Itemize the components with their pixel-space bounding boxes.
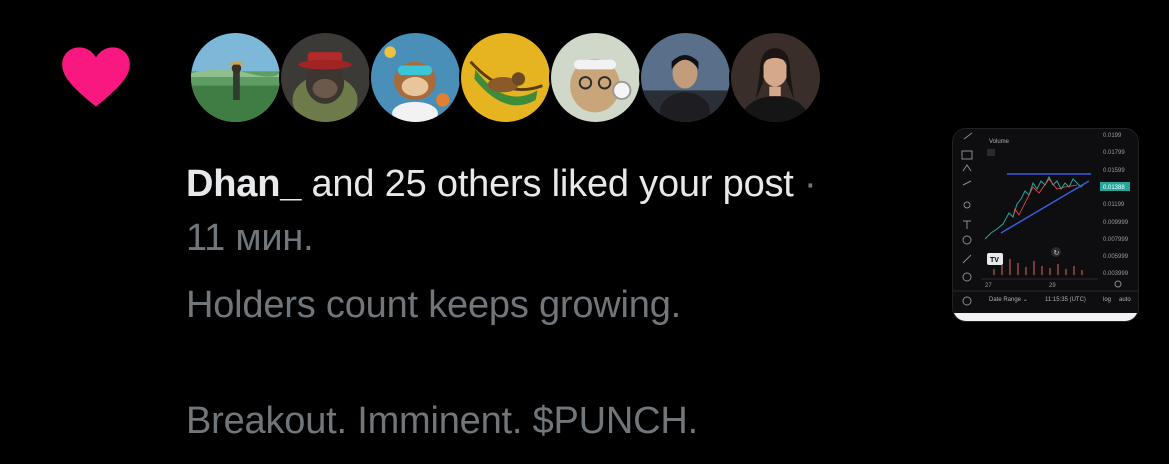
avatar-cat-headphones[interactable] <box>549 31 642 124</box>
log-toggle[interactable]: log <box>1103 297 1111 303</box>
avatar-gorilla-red-hat[interactable] <box>279 31 372 124</box>
price-tick: 0.009999 <box>1103 220 1129 226</box>
chart-time: 11:15:35 (UTC) <box>1045 297 1086 303</box>
auto-toggle[interactable]: auto <box>1119 297 1131 303</box>
notification-headline[interactable]: Dhan_ and 25 others liked your post · 11… <box>186 157 846 265</box>
price-tick: 0.01799 <box>1103 150 1125 156</box>
time-ago: 11 мин. <box>186 217 314 259</box>
post-preview-text[interactable]: Holders count keeps growing. Breakout. I… <box>186 276 906 450</box>
x-tick: 29 <box>1049 283 1056 289</box>
action-text: and 25 others liked your post <box>301 163 794 205</box>
chart-volume-label: Volume <box>989 139 1010 145</box>
avatar-landscape-figure[interactable] <box>189 31 282 124</box>
avatar-person-dark[interactable] <box>639 31 732 124</box>
heart-icon <box>62 47 130 107</box>
avatar-woman-dark[interactable] <box>729 31 822 124</box>
price-tick: 0.003999 <box>1103 271 1129 277</box>
price-tick: 0.007999 <box>1103 237 1129 243</box>
svg-text:↻: ↻ <box>1054 249 1060 257</box>
avatar-monkey-scientist[interactable] <box>369 31 462 124</box>
price-tick-highlight: 0.01388 <box>1103 185 1125 191</box>
post-text-line-2: Breakout. Imminent. $PUNCH. <box>186 400 698 442</box>
date-range-button[interactable]: Date Range ⌄ <box>989 297 1028 303</box>
avatar-hammock-cartoon[interactable] <box>459 31 552 124</box>
price-tick: 0.0199 <box>1103 133 1122 139</box>
price-tick: 0.005999 <box>1103 254 1129 260</box>
tradingview-logo: TV <box>990 257 999 264</box>
price-tick: 0.01599 <box>1103 168 1125 174</box>
post-text-line-1: Holders count keeps growing. <box>186 284 682 326</box>
actor-name[interactable]: Dhan_ <box>186 163 301 205</box>
chart-thumbnail[interactable]: Volume 0.0199 0.01799 0.01599 0.01388 0.… <box>952 128 1139 322</box>
x-tick: 27 <box>985 283 992 289</box>
price-tick: 0.01199 <box>1103 202 1125 208</box>
separator: · <box>793 163 817 205</box>
